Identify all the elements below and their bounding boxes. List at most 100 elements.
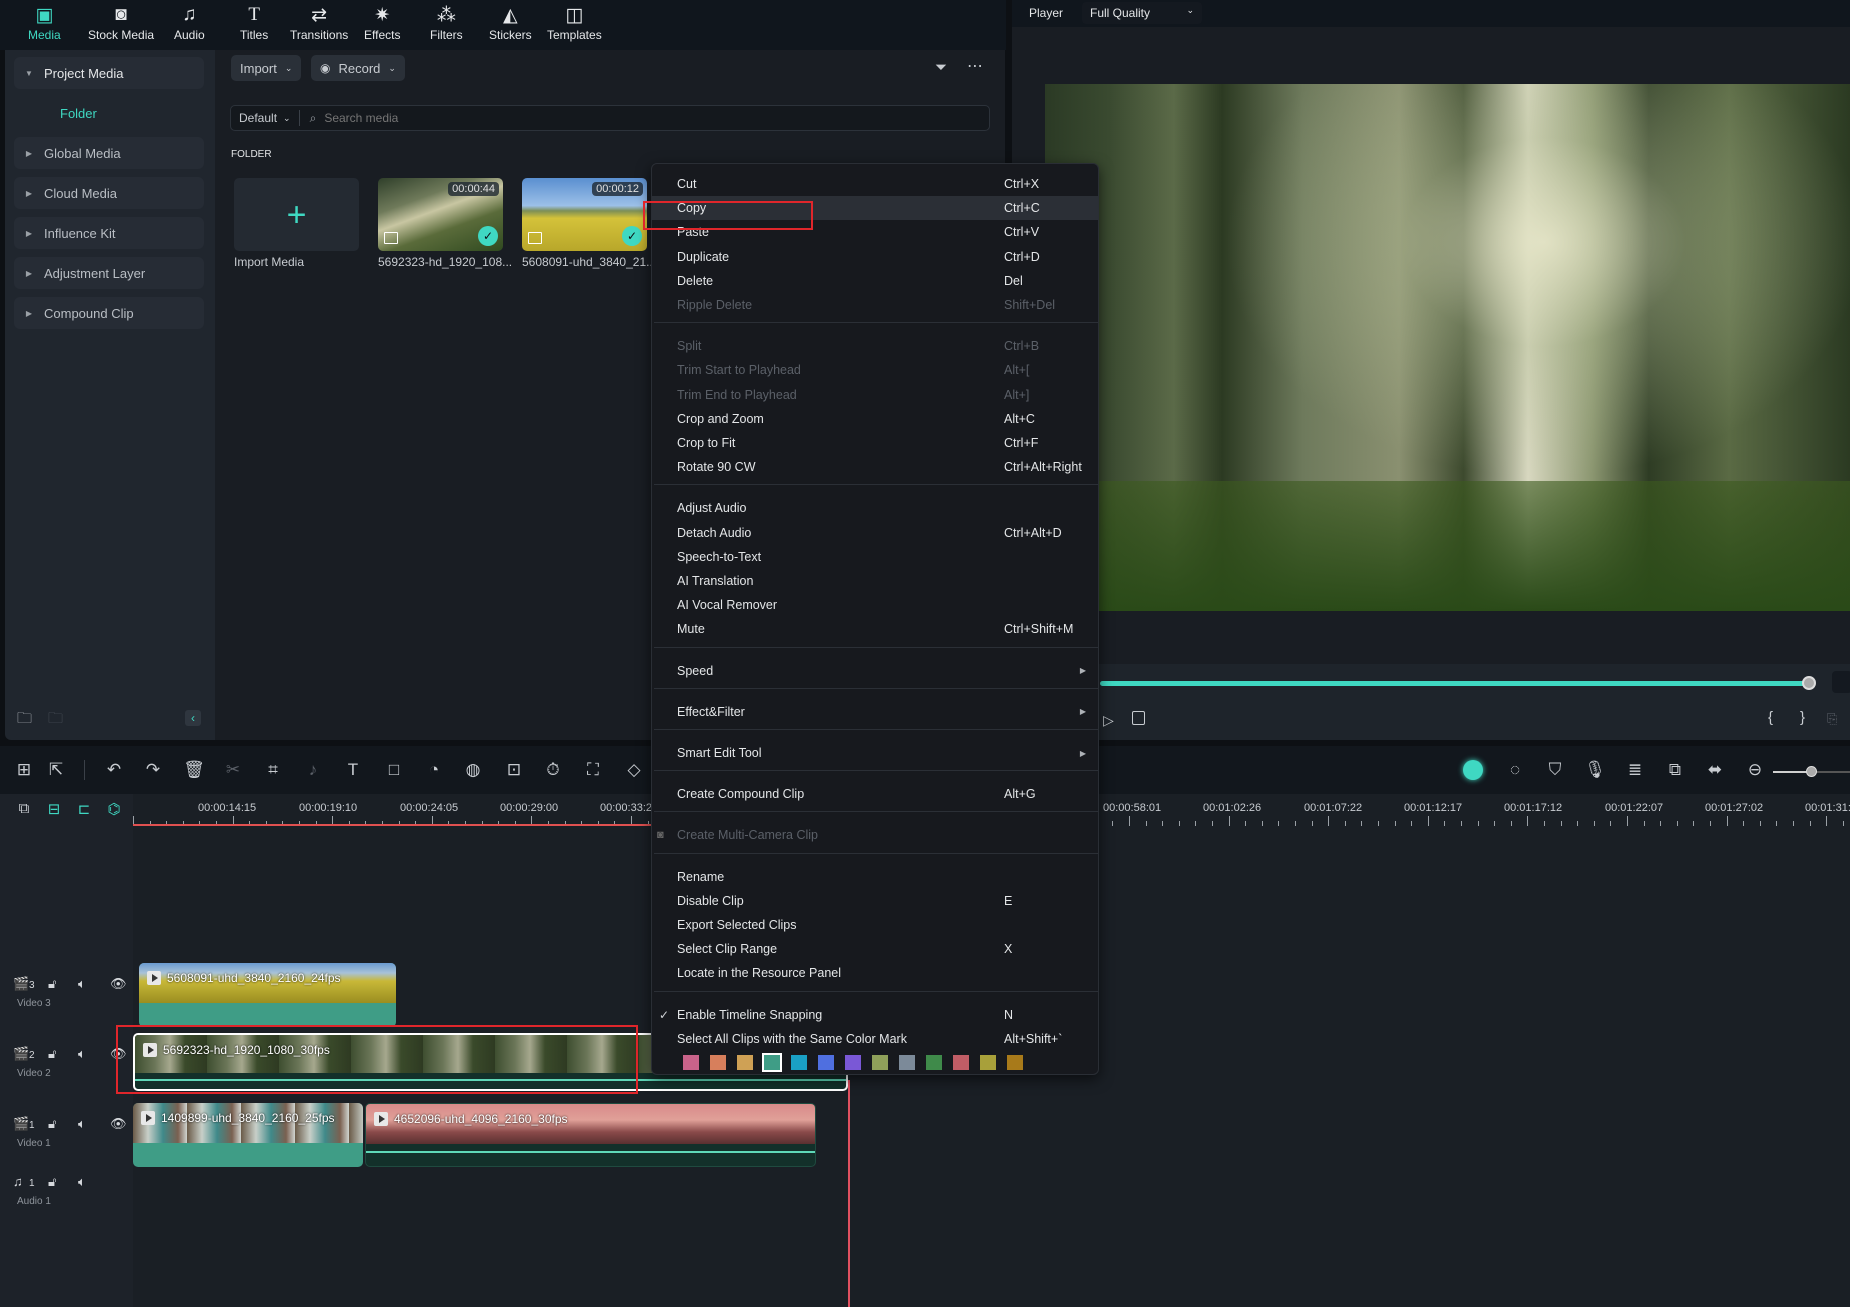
color-mark-swatch[interactable] [845,1055,861,1070]
import-media-tile[interactable]: + [234,178,359,251]
audio-split-icon[interactable]: ♪ [301,760,325,780]
fit-timeline-icon[interactable]: ⬌ [1703,760,1727,780]
menu-item-ai-translation[interactable]: AI Translation [652,569,1098,593]
color-mark-swatch[interactable] [683,1055,699,1070]
tab-transitions[interactable]: ⇄ Transitions [290,2,348,43]
media-item[interactable]: 00:00:12 ✓ [522,178,647,251]
timeline-clip-video-3[interactable]: 5608091-uhd_3840_2160_24fps [139,963,396,1027]
render-preview-icon[interactable]: ◌ [1503,760,1527,780]
ai-copilot-icon[interactable] [1463,760,1483,780]
timer-icon[interactable]: ⏱ [541,760,565,780]
color-mark-swatch[interactable] [926,1055,942,1070]
sidebar-item-global-media[interactable]: ▶ Global Media [14,137,204,169]
undo-icon[interactable]: ↶ [102,760,126,780]
color-mark-swatch[interactable] [1007,1055,1023,1070]
menu-item-crop-and-zoom[interactable]: Crop and Zoom Alt+C [652,407,1098,431]
menu-item-create-compound-clip[interactable]: Create Compound Clip Alt+G [652,782,1098,806]
zoom-slider-handle[interactable] [1806,766,1817,777]
delete-icon[interactable]: 🗑 [182,760,206,780]
stop-icon[interactable] [1132,711,1145,725]
tab-audio[interactable]: ♫ Audio [174,2,205,42]
color-palette-icon[interactable]: ◍ [461,760,485,780]
ripple-icon[interactable]: ⊏ [72,800,96,818]
tab-stock-media[interactable]: ◙ Stock Media [88,2,154,42]
timeline-clip-video-1a[interactable]: 1409899-uhd_3840_2160_25fps [133,1103,363,1167]
tab-stickers[interactable]: ◭ Stickers [489,2,532,43]
snapshot-icon[interactable]: ⎘ [1827,711,1837,727]
new-folder-icon[interactable]: 🗀 [17,708,32,733]
sort-dropdown[interactable]: Default ⌄ [231,110,300,126]
marker-icon[interactable]: ⛉ [1543,760,1567,780]
video-preview[interactable] [1045,84,1850,611]
progress-bar[interactable] [1100,681,1808,686]
color-mark-swatch[interactable] [899,1055,915,1070]
search-input[interactable] [324,111,925,125]
more-options-icon[interactable]: ⋯ [967,56,983,76]
sidebar-item-influence-kit[interactable]: ▶ Influence Kit [14,217,204,249]
color-mark-swatch[interactable] [818,1055,834,1070]
menu-item-disable-clip[interactable]: Disable Clip E [652,889,1098,913]
zoom-slider[interactable] [1773,766,1850,777]
color-mark-swatch[interactable] [710,1055,726,1070]
crop-icon[interactable]: ⌗ [261,760,285,780]
menu-item-ai-vocal-remover[interactable]: AI Vocal Remover [652,593,1098,617]
menu-item-locate-in-the-resource-panel[interactable]: Locate in the Resource Panel [652,961,1098,985]
audio-ducking-icon[interactable]: ≣ [1623,760,1647,780]
split-icon[interactable]: ✂ [221,760,245,780]
menu-item-duplicate[interactable]: Duplicate Ctrl+D [652,245,1098,269]
delete-folder-icon[interactable]: 🗀 [48,708,63,733]
sidebar-item-adjustment-layer[interactable]: ▶ Adjustment Layer [14,257,204,289]
menu-item-speed[interactable]: Speed ▶ [652,659,1098,683]
microphone-icon[interactable]: 🎙 [1583,760,1607,780]
add-track-icon[interactable]: ⧉ [12,800,36,817]
playhead[interactable] [848,1080,850,1307]
menu-item-detach-audio[interactable]: Detach Audio Ctrl+Alt+D [652,521,1098,545]
volume-icon[interactable]: 🔈︎ [78,1174,86,1190]
zoom-out-icon[interactable]: ⊖ [1743,760,1767,780]
tab-media[interactable]: ▣ Media [28,2,61,43]
color-mark-swatch[interactable] [872,1055,888,1070]
menu-item-crop-to-fit[interactable]: Crop to Fit Ctrl+F [652,431,1098,455]
tab-templates[interactable]: ◫ Templates [547,2,602,43]
lock-icon[interactable]: 🔓︎ [48,1046,56,1062]
pip-icon[interactable]: ⧉ [1663,760,1687,780]
sidebar-item-compound-clip[interactable]: ▶ Compound Clip [14,297,204,329]
menu-item-select-all-clips-with-the-same-color-mark[interactable]: Select All Clips with the Same Color Mar… [652,1027,1098,1051]
quality-dropdown[interactable]: Full Quality ⌄ [1082,2,1202,24]
menu-item-export-selected-clips[interactable]: Export Selected Clips [652,913,1098,937]
eye-icon[interactable]: 👁︎ [110,976,127,992]
sidebar-item-folder[interactable]: Folder [60,106,97,121]
timeline-clip-video-1b[interactable]: 4652096-uhd_4096_2160_30fps [365,1103,816,1167]
menu-item-rename[interactable]: Rename [652,865,1098,889]
progress-handle[interactable] [1802,676,1816,690]
record-button[interactable]: ◉ Record ⌄ [311,55,405,81]
color-mark-swatch[interactable] [791,1055,807,1070]
freeze-frame-icon[interactable]: ⊡ [502,760,526,780]
tab-filters[interactable]: ⁂ Filters [430,2,463,43]
layout-icon[interactable]: ⊞ [12,760,36,780]
link-icon[interactable]: ⊟ [42,800,66,818]
color-mark-swatch[interactable] [953,1055,969,1070]
speed-icon[interactable]: ◔ [422,760,446,780]
media-item[interactable]: 00:00:44 ✓ [378,178,503,251]
play-icon[interactable]: ▷ [1103,712,1114,729]
filter-icon[interactable]: ⏷ [935,59,947,76]
menu-item-cut[interactable]: Cut Ctrl+X [652,172,1098,196]
eye-icon[interactable]: 👁︎ [110,1116,127,1132]
sidebar-item-cloud-media[interactable]: ▶ Cloud Media [14,177,204,209]
keyframe-icon[interactable]: ◇ [622,760,646,780]
color-mark-swatch[interactable] [762,1053,782,1072]
tab-effects[interactable]: ✷ Effects [364,2,400,43]
shape-icon[interactable]: □ [382,760,406,780]
menu-item-speech-to-text[interactable]: Speech-to-Text [652,545,1098,569]
menu-item-delete[interactable]: Delete Del [652,269,1098,293]
lock-icon[interactable]: 🔓︎ [48,976,56,992]
menu-item-rotate-90-cw[interactable]: Rotate 90 CW Ctrl+Alt+Right [652,455,1098,479]
auto-reframe-icon[interactable]: ⛶ [581,760,605,780]
menu-item-enable-timeline-snapping[interactable]: ✓ Enable Timeline Snapping N [652,1003,1098,1027]
snap-icon[interactable]: ⌬ [102,800,126,818]
menu-item-effect-filter[interactable]: Effect&Filter ▶ [652,700,1098,724]
collapse-panel-button[interactable]: ‹ [185,710,201,726]
redo-icon[interactable]: ↷ [141,760,165,780]
mark-in-icon[interactable]: { [1768,709,1773,726]
